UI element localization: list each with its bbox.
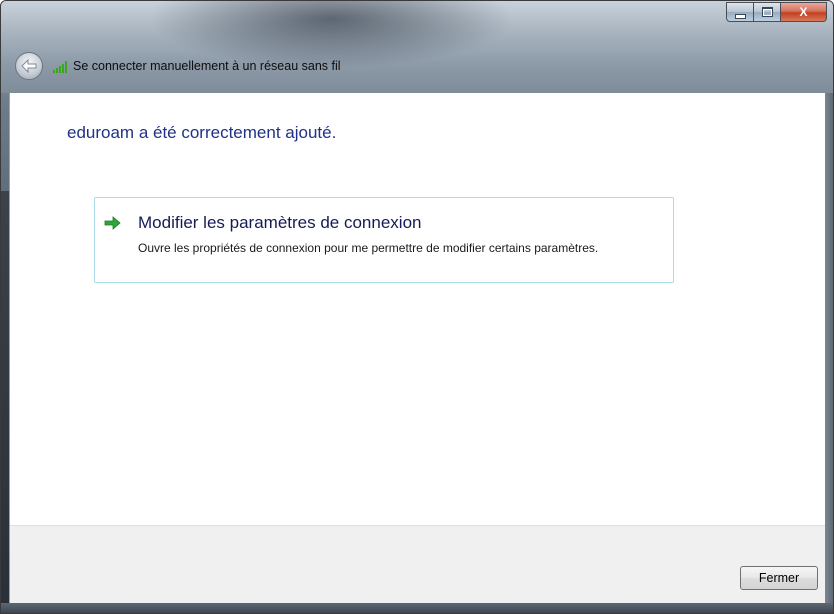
maximize-icon bbox=[761, 7, 773, 17]
page-heading: eduroam a été correctement ajouté. bbox=[67, 123, 337, 142]
back-button[interactable] bbox=[15, 52, 43, 80]
caption-buttons: X bbox=[726, 2, 827, 24]
close-icon: X bbox=[799, 5, 808, 19]
close-window-button[interactable]: X bbox=[781, 2, 827, 22]
command-link-description: Ouvre les propriétés de connexion pour m… bbox=[138, 241, 599, 255]
title-bar: X Se connecter manuellement à un réseau … bbox=[1, 1, 833, 93]
minimize-button[interactable] bbox=[726, 2, 754, 22]
dialog-content: eduroam a été correctement ajouté. Modif… bbox=[9, 93, 828, 603]
dialog-footer: Fermer bbox=[10, 525, 828, 603]
maximize-button[interactable] bbox=[754, 2, 781, 22]
window-frame-right bbox=[825, 93, 833, 613]
window-frame-left bbox=[1, 191, 9, 613]
dialog-window: X Se connecter manuellement à un réseau … bbox=[0, 0, 834, 614]
minimize-icon bbox=[734, 13, 746, 19]
modify-connection-settings-link[interactable]: Modifier les paramètres de connexion Ouv… bbox=[94, 197, 674, 283]
close-button[interactable]: Fermer bbox=[740, 566, 818, 590]
command-link-title: Modifier les paramètres de connexion bbox=[138, 213, 422, 232]
wireless-signal-icon bbox=[53, 59, 67, 73]
back-arrow-icon bbox=[21, 59, 37, 73]
window-frame-bottom bbox=[1, 603, 833, 613]
green-arrow-icon bbox=[104, 216, 121, 230]
window-title: Se connecter manuellement à un réseau sa… bbox=[73, 59, 341, 73]
navigation-bar: Se connecter manuellement à un réseau sa… bbox=[15, 51, 341, 81]
